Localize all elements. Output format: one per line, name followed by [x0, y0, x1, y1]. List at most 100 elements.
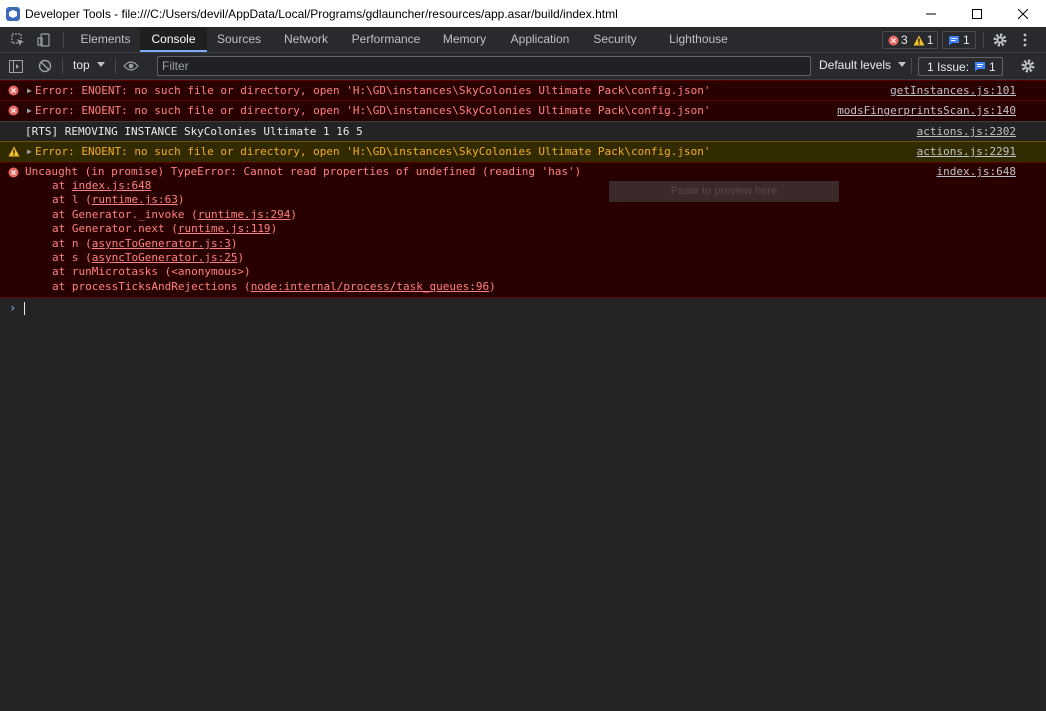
- issues-button[interactable]: 1 Issue: 1: [918, 57, 1003, 76]
- maximize-icon: [972, 8, 982, 19]
- tab-lighthouse[interactable]: Lighthouse: [658, 27, 739, 52]
- error-icon: [8, 167, 19, 178]
- stack-frame: at Generator._invoke (runtime.js:294): [52, 208, 298, 221]
- message-counter[interactable]: 1: [942, 31, 976, 49]
- paste-preview-overlay: Paste to preview here: [609, 181, 839, 202]
- inspect-icon: [11, 33, 24, 46]
- prompt-chevron-icon: ›: [9, 301, 17, 315]
- error-count: 3: [901, 33, 908, 47]
- inspect-element-button[interactable]: [9, 31, 27, 49]
- source-link[interactable]: actions.js:2302: [917, 125, 1016, 140]
- stack-frame-link[interactable]: index.js:648: [72, 179, 151, 192]
- console-message-uncaught-error[interactable]: Uncaught (in promise) TypeError: Cannot …: [0, 162, 1046, 297]
- text-caret: [24, 302, 25, 315]
- toggle-sidebar-button[interactable]: [7, 57, 25, 75]
- devtools-tabbar: Elements Console Sources Network Perform…: [0, 27, 1046, 53]
- context-selector[interactable]: top: [73, 58, 105, 72]
- source-link[interactable]: actions.js:2291: [917, 145, 1016, 160]
- toolbar-divider: [62, 58, 63, 74]
- tab-sources[interactable]: Sources: [207, 27, 271, 52]
- console-settings-button[interactable]: [1019, 57, 1037, 75]
- sidebar-icon: [9, 59, 23, 73]
- expand-arrow-icon[interactable]: ▶: [27, 104, 32, 118]
- clear-icon: [38, 59, 52, 73]
- device-toolbar-button[interactable]: [35, 31, 53, 49]
- stack-frame-link[interactable]: node:internal/process/task_queues:96: [251, 280, 489, 293]
- filter-input[interactable]: [158, 57, 810, 75]
- message-icon: [949, 35, 959, 45]
- toolbar-divider: [63, 32, 64, 48]
- stack-frame: at index.js:648: [52, 179, 152, 192]
- gear-icon: [993, 33, 1007, 47]
- stack-frame: at s (asyncToGenerator.js:25): [52, 251, 245, 264]
- message-text: Error: ENOENT: no such file or directory…: [35, 104, 711, 117]
- tab-elements[interactable]: Elements: [71, 27, 140, 52]
- minimize-button[interactable]: [908, 0, 954, 27]
- close-icon: [1018, 8, 1028, 19]
- eye-icon: [123, 61, 139, 71]
- source-link[interactable]: getInstances.js:101: [890, 84, 1016, 99]
- settings-button[interactable]: [991, 31, 1009, 49]
- error-icon: [8, 85, 19, 96]
- issues-label: 1 Issue:: [927, 59, 970, 74]
- console-message-log[interactable]: [RTS] REMOVING INSTANCE SkyColonies Ulti…: [0, 121, 1046, 141]
- stack-frame: at runMicrotasks (<anonymous>): [52, 265, 251, 278]
- error-icon: [888, 35, 899, 45]
- stack-frame-link[interactable]: asyncToGenerator.js:25: [92, 251, 238, 264]
- gear-icon: [1021, 59, 1035, 73]
- maximize-button[interactable]: [954, 0, 1000, 27]
- chevron-down-icon: [898, 62, 907, 67]
- tab-network[interactable]: Network: [271, 27, 341, 52]
- chevron-down-icon: [96, 62, 105, 67]
- warning-count: 1: [926, 33, 934, 47]
- error-icon: [8, 105, 19, 116]
- log-levels-dropdown[interactable]: Default levels: [819, 58, 907, 72]
- toolbar-divider: [115, 58, 116, 74]
- expand-arrow-icon[interactable]: ▶: [27, 84, 32, 98]
- minimize-icon: [926, 13, 936, 14]
- log-levels-label: Default levels: [819, 58, 892, 72]
- source-link[interactable]: modsFingerprintsScan.js:140: [837, 104, 1016, 119]
- message-text: Error: ENOENT: no such file or directory…: [35, 145, 711, 158]
- expand-arrow-icon[interactable]: ▶: [27, 145, 32, 159]
- close-window-button[interactable]: [1000, 0, 1046, 27]
- tab-memory[interactable]: Memory: [431, 27, 498, 52]
- devtools-app-icon: [6, 6, 20, 21]
- message-count: 1: [963, 33, 970, 47]
- stack-frame: at Generator.next (runtime.js:119): [52, 222, 278, 235]
- warning-icon: [913, 35, 925, 45]
- toolbar-divider: [911, 58, 912, 74]
- stack-frame-link[interactable]: runtime.js:294: [198, 208, 291, 221]
- tab-security[interactable]: Security: [582, 27, 648, 52]
- error-warning-counter[interactable]: 3 1: [882, 31, 938, 49]
- tab-performance[interactable]: Performance: [341, 27, 431, 52]
- console-messages: ▶ Error: ENOENT: no such file or directo…: [0, 80, 1046, 297]
- console-prompt[interactable]: ›: [0, 297, 1046, 317]
- stack-frame: at n (asyncToGenerator.js:3): [52, 237, 238, 250]
- stack-frame-link[interactable]: asyncToGenerator.js:3: [92, 237, 231, 250]
- message-text: [RTS] REMOVING INSTANCE SkyColonies Ulti…: [25, 125, 363, 138]
- stack-frame-link[interactable]: runtime.js:63: [92, 193, 178, 206]
- clear-console-button[interactable]: [36, 57, 54, 75]
- message-text: Uncaught (in promise) TypeError: Cannot …: [25, 165, 582, 178]
- window-titlebar: Developer Tools - file:///C:/Users/devil…: [0, 0, 1046, 27]
- warning-icon: [8, 146, 20, 157]
- toolbar-divider: [983, 32, 984, 48]
- console-message-error[interactable]: ▶ Error: ENOENT: no such file or directo…: [0, 100, 1046, 121]
- issue-message-icon: [975, 62, 986, 72]
- console-message-error[interactable]: ▶ Error: ENOENT: no such file or directo…: [0, 80, 1046, 100]
- kebab-menu-icon: [1023, 33, 1027, 47]
- device-icon: [37, 33, 50, 47]
- more-options-button[interactable]: [1016, 31, 1034, 49]
- live-expression-button[interactable]: [122, 57, 140, 75]
- source-link[interactable]: index.js:648: [937, 165, 1016, 180]
- tab-console[interactable]: Console: [140, 27, 207, 52]
- filter-field[interactable]: [157, 56, 811, 76]
- window-title: Developer Tools - file:///C:/Users/devil…: [25, 6, 618, 21]
- context-label: top: [73, 58, 90, 72]
- console-message-warning[interactable]: ▶ Error: ENOENT: no such file or directo…: [0, 141, 1046, 162]
- tab-application[interactable]: Application: [498, 27, 582, 52]
- issues-count: 1: [989, 59, 996, 74]
- console-toolbar: top Default levels 1 Issue: 1: [0, 53, 1046, 80]
- stack-frame-link[interactable]: runtime.js:119: [178, 222, 271, 235]
